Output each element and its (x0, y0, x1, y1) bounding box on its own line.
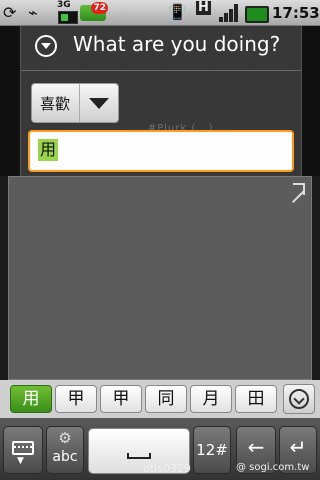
candidate-item[interactable]: 甲 (55, 385, 97, 413)
sync-icon: ⟳ (3, 3, 17, 22)
candidate-item[interactable]: 用 (10, 385, 52, 413)
status-bar: ⟳ ⌁ 3G 72 📳 H 17:53 (0, 0, 320, 26)
qualifier-spinner[interactable]: 喜歡 (31, 83, 119, 123)
signal-icon (219, 4, 239, 22)
composing-text: 用 (38, 139, 59, 161)
battery-icon (245, 6, 269, 23)
abc-settings-button[interactable]: ⚙ abc (46, 426, 84, 474)
status-update-dialog: What are you doing? 喜歡 ... #Plurk (...) … (20, 26, 302, 176)
status-text-input[interactable]: 用 (28, 130, 294, 172)
handwriting-pad[interactable] (8, 176, 312, 380)
candidate-item[interactable]: 月 (190, 385, 232, 413)
numbers-label: 12# (196, 441, 228, 459)
space-icon (127, 453, 151, 459)
spinner-value: 喜歡 (40, 95, 71, 113)
candidate-item[interactable]: 同 (145, 385, 187, 413)
vibrate-icon: 📳 (168, 3, 187, 21)
abc-label: abc (52, 449, 78, 465)
dropdown-circle-icon[interactable] (35, 35, 57, 57)
keyboard-icon (12, 441, 34, 455)
usb-icon: ⌁ (28, 3, 38, 22)
keyboard-switch-button[interactable]: ▼ (3, 426, 43, 474)
notification-badge-icon: 72 (80, 2, 108, 21)
candidate-item[interactable]: 田 (235, 385, 277, 413)
dialog-title: What are you doing? (73, 32, 281, 56)
watermark-site: @ sogi.com.tw (236, 462, 310, 473)
numbers-button[interactable]: 12# (193, 426, 231, 474)
enter-icon: ↵ (289, 435, 307, 459)
gear-icon: ⚙ (58, 429, 72, 447)
hspa-icon: H (196, 0, 211, 15)
chevron-down-icon: ▼ (17, 456, 24, 466)
candidate-item[interactable]: 甲 (100, 385, 142, 413)
notification-count: 72 (91, 2, 108, 14)
more-candidates-button[interactable] (283, 384, 315, 414)
clock: 17:53 (272, 4, 320, 22)
spinner-arrow-icon[interactable] (79, 84, 118, 122)
battery-small-icon (58, 11, 78, 24)
candidate-bar: 用 甲 甲 同 月 田 (0, 380, 320, 418)
expand-icon[interactable] (287, 181, 307, 201)
watermark-user: otis0329 (143, 462, 191, 475)
backspace-icon: ← (247, 435, 265, 459)
dialog-header: What are you doing? (21, 26, 301, 71)
